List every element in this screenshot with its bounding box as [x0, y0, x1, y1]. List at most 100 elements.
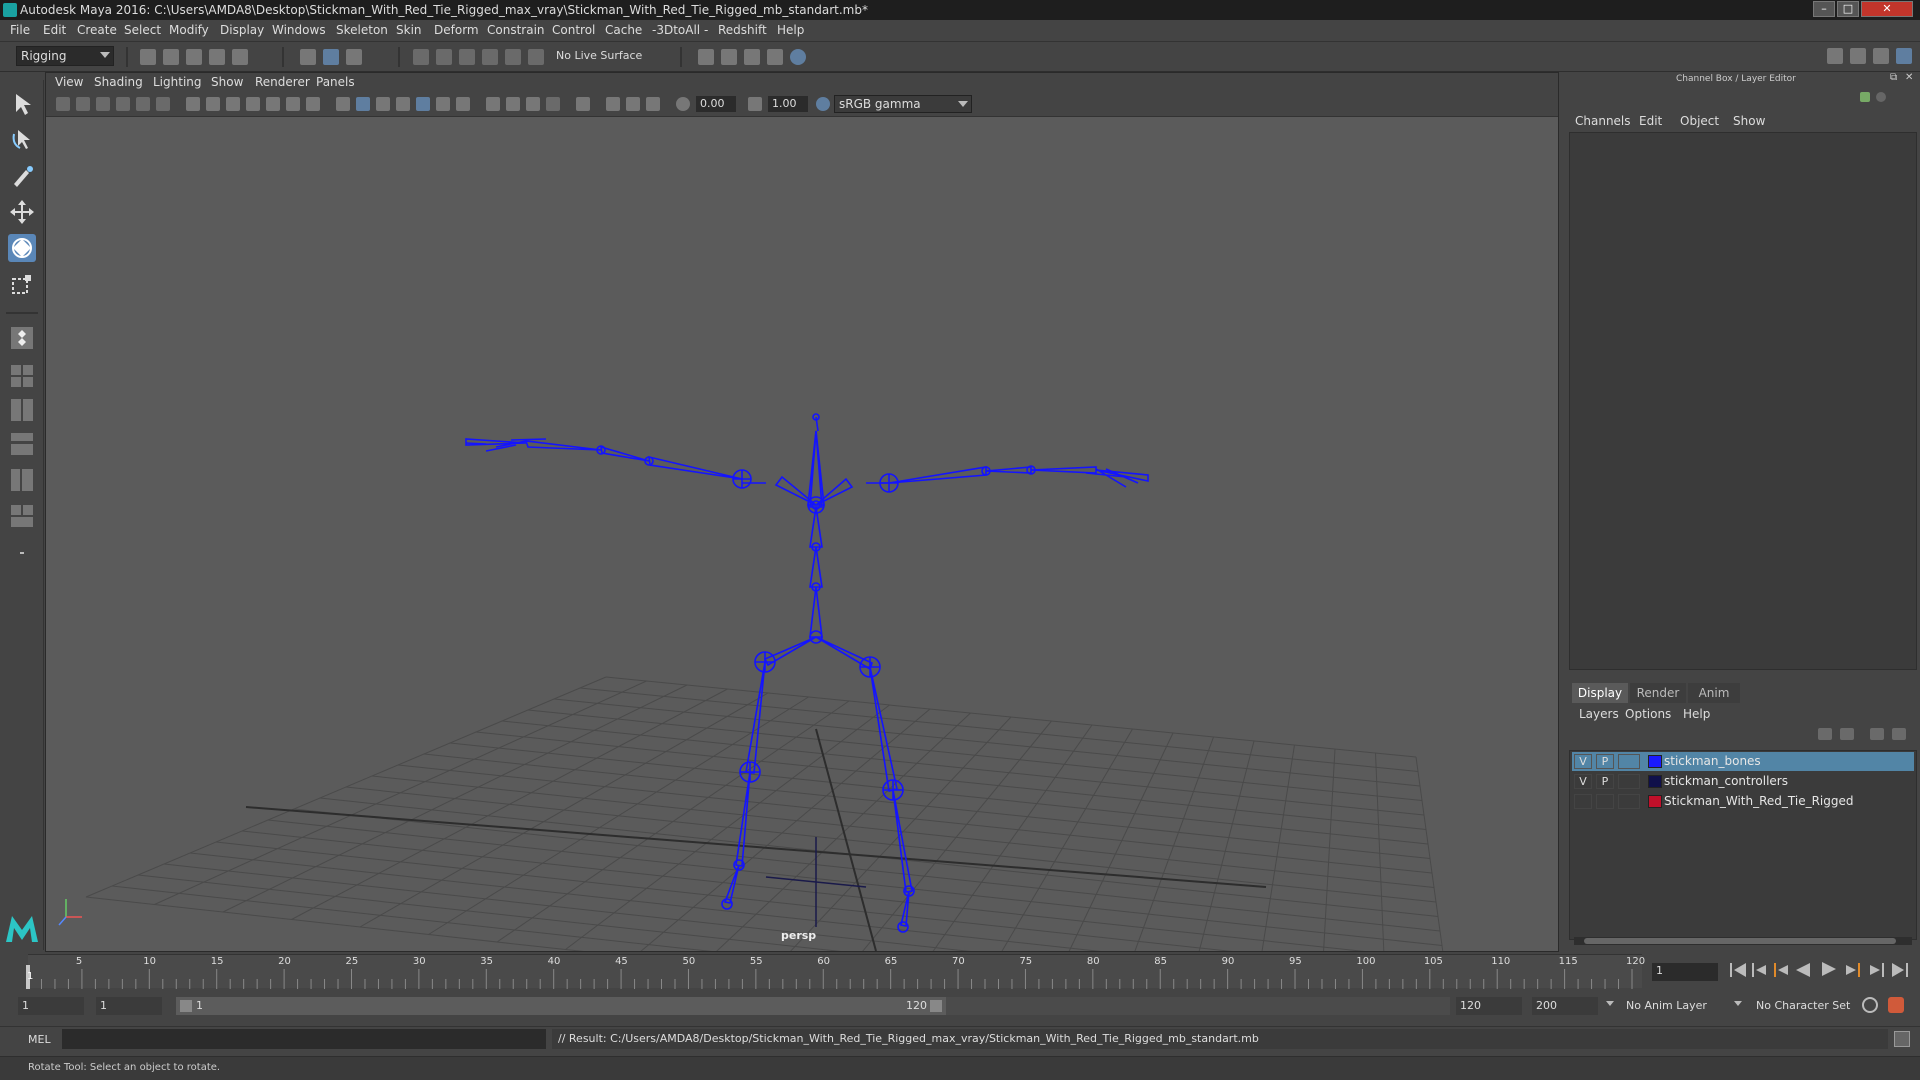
paint-select-icon[interactable]	[8, 162, 36, 190]
graph-layout-icon[interactable]	[8, 466, 36, 494]
command-input[interactable]	[62, 1029, 546, 1049]
smooth-shade-icon[interactable]	[356, 97, 370, 111]
vp-menu-show[interactable]: Show	[211, 75, 243, 89]
xray-joints-icon[interactable]	[416, 97, 430, 111]
animation-start-field[interactable]: 1	[18, 997, 84, 1015]
textured-icon[interactable]	[396, 97, 410, 111]
go-to-start-button[interactable]	[1730, 963, 1746, 977]
resolution-gate-icon[interactable]	[226, 97, 240, 111]
four-pane-layout-icon[interactable]	[8, 362, 36, 390]
channel-menu-channels[interactable]: Channels	[1575, 114, 1631, 128]
menu-constrain[interactable]: Constrain	[487, 23, 545, 37]
shadows-icon[interactable]	[456, 97, 470, 111]
animation-prefs-icon[interactable]	[1888, 997, 1904, 1013]
maximize-button[interactable]: □	[1837, 1, 1859, 17]
auto-key-icon[interactable]	[1862, 997, 1878, 1013]
xray-icon[interactable]	[606, 97, 620, 111]
range-start-handle[interactable]	[180, 1000, 192, 1012]
make-live-icon[interactable]	[505, 49, 521, 65]
menu-help[interactable]: Help	[777, 23, 804, 37]
gamma-field[interactable]: 1.00	[768, 96, 808, 112]
undo-icon[interactable]	[209, 49, 225, 65]
layer-visibility-toggle[interactable]: V	[1574, 754, 1592, 769]
scrollbar-thumb[interactable]	[1584, 938, 1896, 944]
exposure-icon[interactable]	[676, 97, 690, 111]
vp-menu-renderer[interactable]: Renderer	[255, 75, 310, 89]
layer-display-type[interactable]	[1618, 774, 1640, 789]
menu-skin[interactable]: Skin	[396, 23, 422, 37]
default-material-icon[interactable]	[376, 97, 390, 111]
camera-attributes-icon[interactable]	[76, 97, 90, 111]
current-frame-field[interactable]: 1	[1652, 963, 1718, 981]
chevron-down-icon[interactable]	[1606, 1001, 1614, 1006]
menu-redshift[interactable]: Redshift	[718, 23, 767, 37]
snap-point-icon[interactable]	[459, 49, 475, 65]
safe-action-icon[interactable]	[286, 97, 300, 111]
snap-grid-icon[interactable]	[413, 49, 429, 65]
move-layer-up-icon[interactable]	[1818, 728, 1832, 740]
tab-display[interactable]: Display	[1572, 683, 1628, 703]
layer-display-type[interactable]	[1618, 754, 1640, 769]
chevron-down-icon[interactable]	[1734, 1001, 1742, 1006]
view-transform-dropdown[interactable]: sRGB gamma	[834, 95, 972, 113]
select-component-icon[interactable]	[346, 49, 362, 65]
new-empty-layer-icon[interactable]	[1870, 728, 1884, 740]
move-tool-icon[interactable]	[8, 198, 36, 226]
layer-row[interactable]: V P stickman_controllers	[1572, 772, 1914, 791]
menu-create[interactable]: Create	[77, 23, 117, 37]
save-scene-icon[interactable]	[186, 49, 202, 65]
panel-close-icon[interactable]: ✕	[1905, 72, 1913, 83]
redo-icon[interactable]	[232, 49, 248, 65]
playback-end-field[interactable]: 120	[1456, 997, 1522, 1015]
range-end-handle[interactable]	[930, 1000, 942, 1012]
layer-playback-toggle[interactable]: P	[1596, 754, 1614, 769]
menu-display[interactable]: Display	[220, 23, 264, 37]
anim-layer-dropdown[interactable]: No Anim Layer	[1626, 999, 1707, 1012]
panel-float-icon[interactable]: ⧉	[1890, 72, 1897, 83]
scene-canvas[interactable]: persp	[46, 117, 1558, 951]
modeling-toolkit-icon[interactable]	[1827, 48, 1843, 64]
select-hierarchy-icon[interactable]	[300, 49, 316, 65]
step-back-key-button[interactable]	[1752, 963, 1766, 977]
snap-together-icon[interactable]	[528, 49, 544, 65]
layer-row[interactable]: V P stickman_bones	[1572, 752, 1914, 771]
layer-menu-layers[interactable]: Layers	[1579, 707, 1619, 721]
layer-color-swatch[interactable]	[1648, 755, 1662, 768]
live-surface-label[interactable]: No Live Surface	[556, 49, 642, 62]
wireframe-icon[interactable]	[336, 97, 350, 111]
menu-deform[interactable]: Deform	[434, 23, 479, 37]
image-plane-icon[interactable]	[116, 97, 130, 111]
layer-color-swatch[interactable]	[1648, 775, 1662, 788]
new-scene-icon[interactable]	[140, 49, 156, 65]
menu-windows[interactable]: Windows	[272, 23, 326, 37]
new-layer-selected-icon[interactable]	[1892, 728, 1906, 740]
vp-menu-view[interactable]: View	[55, 75, 83, 89]
character-set-dropdown[interactable]: No Character Set	[1756, 999, 1850, 1012]
depth-of-field-icon[interactable]	[546, 97, 560, 111]
toolbox-collapse-icon[interactable]	[8, 540, 36, 568]
channel-box-area[interactable]	[1569, 132, 1917, 670]
vp-menu-lighting[interactable]: Lighting	[153, 75, 202, 89]
script-editor-icon[interactable]	[1894, 1031, 1910, 1047]
layer-visibility-toggle[interactable]: V	[1574, 774, 1592, 789]
channel-menu-show[interactable]: Show	[1733, 114, 1765, 128]
menu-set-dropdown[interactable]: Rigging	[16, 46, 114, 66]
channel-box-toggle-icon[interactable]	[1860, 92, 1870, 102]
stickman-skeleton[interactable]	[465, 413, 1149, 933]
hypershade-layout-icon[interactable]	[8, 502, 36, 530]
layer-playback-toggle[interactable]: P	[1596, 774, 1614, 789]
menu-file[interactable]: File	[10, 23, 30, 37]
vp-menu-panels[interactable]: Panels	[316, 75, 355, 89]
menu-3dtoall[interactable]: -3DtoAll -	[652, 23, 708, 37]
step-forward-frame-button[interactable]	[1846, 963, 1860, 977]
playback-start-field[interactable]: 1	[96, 997, 162, 1015]
scale-tool-icon[interactable]	[8, 270, 36, 298]
backface-culling-icon[interactable]	[646, 97, 660, 111]
script-language-toggle[interactable]: MEL	[28, 1033, 51, 1046]
menu-select[interactable]: Select	[124, 23, 161, 37]
layer-visibility-toggle[interactable]	[1574, 794, 1592, 809]
layer-menu-options[interactable]: Options	[1625, 707, 1671, 721]
menu-cache[interactable]: Cache	[605, 23, 642, 37]
grease-pencil-icon[interactable]	[156, 97, 170, 111]
ambient-occlusion-icon[interactable]	[486, 97, 500, 111]
